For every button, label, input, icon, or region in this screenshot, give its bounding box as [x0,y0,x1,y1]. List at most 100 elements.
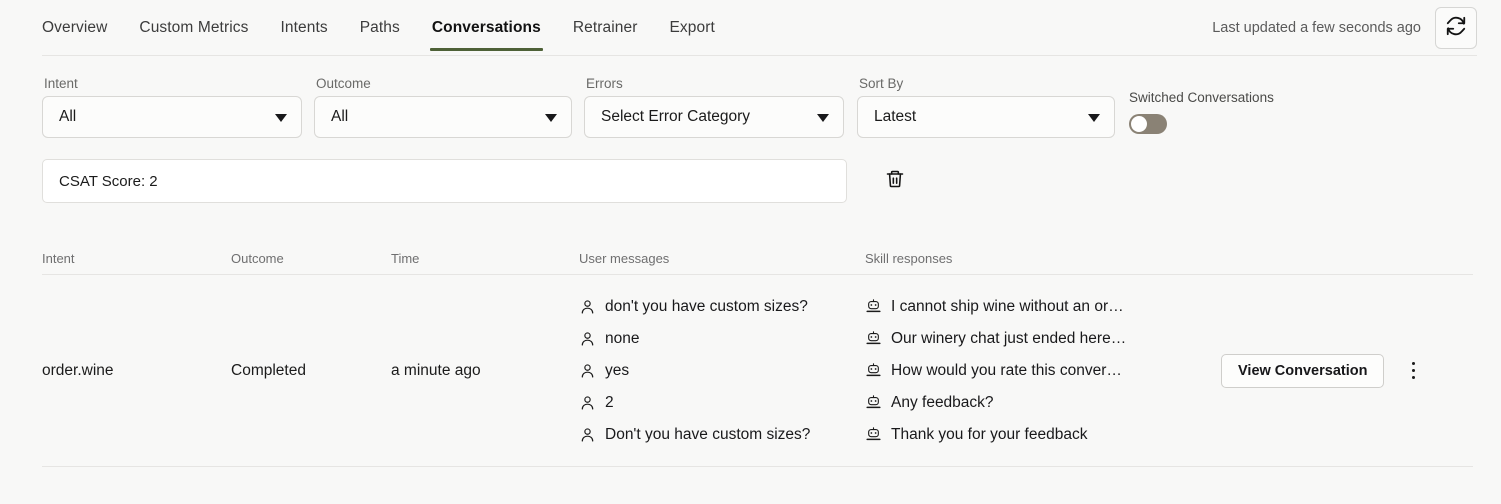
column-header-skill-responses: Skill responses [865,251,1213,266]
chevron-down-icon [275,114,287,122]
tab-bar: Overview Custom Metrics Intents Paths Co… [0,0,1501,56]
person-icon [579,330,596,348]
filter-errors: Errors Select Error Category [584,76,844,138]
sort-by-select-value: Latest [874,108,916,126]
header-right: Last updated a few seconds ago [1212,7,1477,49]
skill-response-text: How would you rate this conver… [891,362,1122,380]
user-message: none [579,330,865,348]
filter-switched-conversations: Switched Conversations [1129,90,1274,138]
column-header-time: Time [391,251,579,266]
tabbar-divider [42,55,1477,56]
tab-label: Custom Metrics [139,19,248,37]
table-header-row: Intent Outcome Time User messages Skill … [42,245,1473,275]
user-message-list: don't you have custom sizes? none yes [579,288,865,454]
skill-response: Thank you for your feedback [865,426,1213,444]
applied-filter-row: CSAT Score: 2 [0,159,1501,203]
toggle-knob [1131,116,1147,132]
csat-score-filter-text: CSAT Score: 2 [59,173,158,190]
filter-sort-by: Sort By Latest [857,76,1115,138]
tab-label: Retrainer [573,19,638,37]
skill-response: I cannot ship wine without an or… [865,298,1213,316]
tab-label: Conversations [432,19,541,37]
view-conversation-button[interactable]: View Conversation [1221,354,1384,388]
chevron-down-icon [1088,114,1100,122]
person-icon [579,394,596,412]
cell-outcome: Completed [231,362,391,380]
cell-user-messages: don't you have custom sizes? none yes [579,288,865,454]
skill-response: How would you rate this conver… [865,362,1213,380]
filter-intent-label: Intent [42,76,302,91]
csat-score-filter[interactable]: CSAT Score: 2 [42,159,847,203]
person-icon [579,298,596,316]
tab-overview[interactable]: Overview [42,0,123,56]
switched-conversations-toggle[interactable] [1129,114,1167,134]
tab-export[interactable]: Export [653,0,730,56]
tab-label: Export [669,19,714,37]
filter-outcome-label: Outcome [314,76,572,91]
user-message: don't you have custom sizes? [579,298,865,316]
chevron-down-icon [545,114,557,122]
tab-intents[interactable]: Intents [264,0,343,56]
robot-icon [865,362,882,380]
outcome-select[interactable]: All [314,96,572,138]
user-message: 2 [579,394,865,412]
delete-filter-button[interactable] [880,166,910,196]
kebab-menu-icon [1412,376,1416,380]
column-header-outcome: Outcome [231,251,391,266]
skill-response: Our winery chat just ended here… [865,330,1213,348]
cell-time: a minute ago [391,362,579,380]
person-icon [579,362,596,380]
tab-conversations[interactable]: Conversations [416,0,557,56]
last-updated-text: Last updated a few seconds ago [1212,20,1421,36]
errors-select-value: Select Error Category [601,108,750,126]
user-message-text: none [605,330,639,348]
tab-paths[interactable]: Paths [344,0,416,56]
tab-retrainer[interactable]: Retrainer [557,0,654,56]
intent-select[interactable]: All [42,96,302,138]
filter-intent: Intent All [42,76,302,138]
tab-label: Paths [360,19,400,37]
cell-skill-responses: I cannot ship wine without an or… Our wi… [865,288,1213,454]
robot-icon [865,426,882,444]
robot-icon [865,298,882,316]
filter-bar: Intent All Outcome All Errors Select Err… [0,56,1501,138]
tab-label: Overview [42,19,107,37]
conversations-table: Intent Outcome Time User messages Skill … [0,245,1501,467]
cell-intent: order.wine [42,362,231,380]
errors-select[interactable]: Select Error Category [584,96,844,138]
intent-select-value: All [59,108,76,126]
filter-outcome: Outcome All [314,76,572,138]
skill-response-text: Any feedback? [891,394,994,412]
column-header-user-messages: User messages [579,251,865,266]
user-message-text: yes [605,362,629,380]
user-message-text: don't you have custom sizes? [605,298,808,316]
sort-by-select[interactable]: Latest [857,96,1115,138]
tab-custom-metrics[interactable]: Custom Metrics [123,0,264,56]
kebab-menu-icon [1412,362,1416,366]
person-icon [579,426,596,444]
table-row[interactable]: order.wine Completed a minute ago don't … [42,275,1473,467]
skill-response-text: Our winery chat just ended here… [891,330,1126,348]
chevron-down-icon [817,114,829,122]
kebab-menu-icon [1412,369,1416,373]
tab-label: Intents [280,19,327,37]
robot-icon [865,394,882,412]
trash-icon [885,168,905,195]
skill-response-text: Thank you for your feedback [891,426,1087,444]
skill-response-text: I cannot ship wine without an or… [891,298,1124,316]
filter-errors-label: Errors [584,76,844,91]
refresh-button[interactable] [1435,7,1477,49]
outcome-select-value: All [331,108,348,126]
cell-actions: View Conversation [1213,354,1473,388]
row-more-menu-button[interactable] [1400,356,1426,386]
view-conversation-label: View Conversation [1238,363,1367,379]
switched-conversations-label: Switched Conversations [1129,90,1274,105]
filter-sort-by-label: Sort By [857,76,1115,91]
robot-icon [865,330,882,348]
refresh-sync-icon [1445,15,1467,42]
user-message-text: 2 [605,394,614,412]
user-message-text: Don't you have custom sizes? [605,426,810,444]
skill-response: Any feedback? [865,394,1213,412]
skill-response-list: I cannot ship wine without an or… Our wi… [865,288,1213,454]
tab-list: Overview Custom Metrics Intents Paths Co… [42,0,731,56]
